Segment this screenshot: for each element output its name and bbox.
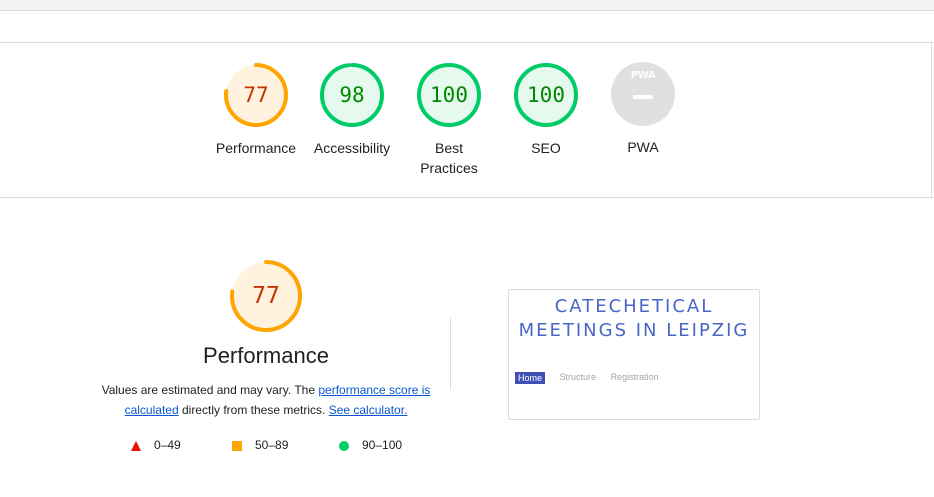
site-nav-registration: Registration (610, 372, 659, 382)
page-screenshot-thumbnail[interactable]: CATECHETICAL MEETINGS IN LEIPZIG Home St… (508, 289, 760, 420)
gauge-score: 77 (243, 83, 269, 107)
divider-middle (0, 197, 934, 198)
browser-top-bar (0, 0, 934, 11)
gauge-score: 98 (339, 83, 365, 107)
gauge-score: 77 (252, 283, 280, 309)
legend-label: 0–49 (154, 438, 181, 452)
pwa-badge-icon: PWA (611, 62, 675, 126)
gauge-score: 100 (430, 83, 468, 107)
divider-top (0, 42, 934, 43)
section-divider (450, 318, 451, 390)
site-nav-structure: Structure (559, 372, 597, 382)
legend-label: 50–89 (255, 438, 289, 452)
gauge-label: PWA (627, 139, 659, 155)
pwa-dash-icon (633, 95, 653, 99)
gauge-ring: 100 (416, 62, 482, 128)
gauge-ring: 100 (513, 62, 579, 128)
circle-icon (338, 438, 349, 451)
performance-main-gauge: 77 (229, 259, 303, 333)
gauge-label: Best Practices (420, 140, 478, 176)
triangle-icon (130, 438, 141, 451)
site-nav-home: Home (515, 372, 546, 384)
desc-text: Values are estimated and may vary. The (101, 383, 319, 397)
performance-description: Values are estimated and may vary. The p… (96, 380, 436, 420)
legend-label: 90–100 (362, 438, 403, 452)
square-icon (231, 438, 242, 451)
desc-text: directly from these metrics. (178, 403, 329, 417)
see-calculator-link[interactable]: See calculator. (329, 403, 408, 417)
divider-right (931, 42, 932, 198)
gauge-ring: 98 (319, 62, 385, 128)
site-title: CATECHETICAL MEETINGS IN LEIPZIG (518, 296, 750, 341)
site-nav: Home Structure Registration (515, 372, 659, 384)
gauge-pwa[interactable]: PWA PWA (583, 62, 703, 157)
gauge-score: 100 (527, 83, 565, 107)
pwa-badge-text: PWA (630, 70, 656, 81)
gauge-ring: 77 (223, 62, 289, 128)
performance-title: Performance (203, 343, 329, 368)
